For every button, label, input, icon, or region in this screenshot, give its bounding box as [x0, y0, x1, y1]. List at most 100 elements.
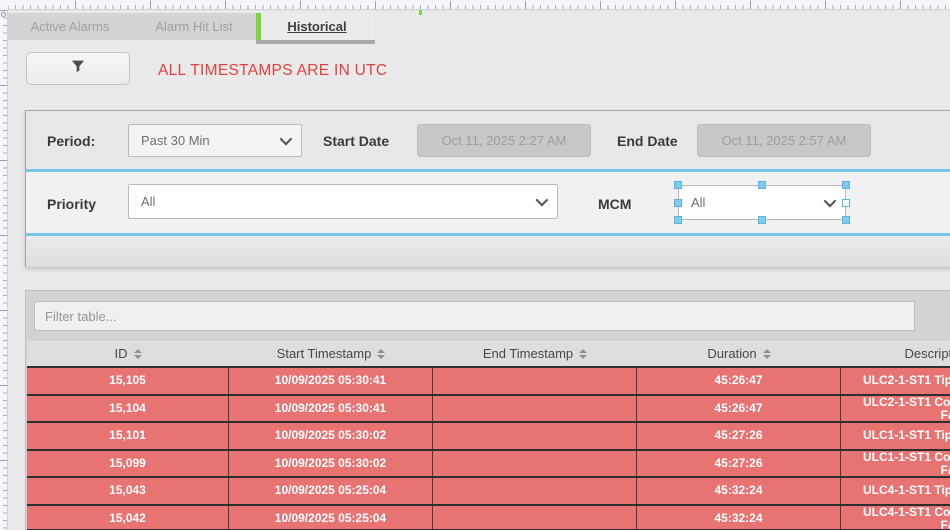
mcm-label: MCM [598, 196, 631, 212]
tab-historical[interactable]: Historical [261, 13, 373, 40]
cell-end-timestamp [433, 423, 637, 449]
sort-icon [763, 349, 771, 359]
chevron-down-icon [536, 194, 549, 207]
column-label: End Timestamp [483, 346, 573, 361]
selection-handle-middle-right[interactable] [842, 199, 850, 207]
vertical-ruler [0, 10, 8, 530]
description-line: ULC1-1-ST1 Tip [863, 429, 950, 442]
cell-end-timestamp [433, 368, 637, 394]
table-row[interactable]: 15,043 10/09/2025 05:25:04 45:32:24 ULC4… [27, 476, 950, 504]
priority-label: Priority [47, 196, 96, 212]
alarm-table-panel: ID Start Timestamp End Timestamp Duratio… [25, 290, 950, 530]
ruler-major-ticks [0, 1, 950, 9]
column-header-id[interactable]: ID [27, 341, 229, 366]
description-line: Fault [863, 409, 950, 422]
horizontal-ruler [0, 0, 950, 10]
ruler-cursor-marker [419, 10, 422, 15]
column-header-end-timestamp[interactable]: End Timestamp [433, 341, 637, 366]
mcm-value: All [691, 195, 824, 210]
cell-start-timestamp: 10/09/2025 05:30:02 [229, 451, 433, 477]
selection-handle-top-center[interactable] [758, 181, 766, 189]
period-row: Period: Past 30 Min Start Date End Date [26, 111, 950, 169]
mcm-select[interactable]: All [678, 185, 846, 220]
cell-id: 15,101 [27, 423, 229, 449]
cell-duration: 45:32:24 [637, 506, 841, 530]
panel-footer-strip [26, 236, 950, 267]
chevron-down-icon [824, 195, 837, 208]
alarm-history-table: ID Start Timestamp End Timestamp Duratio… [27, 341, 950, 530]
table-row[interactable]: 15,099 10/09/2025 05:30:02 45:27:26 ULC1… [27, 449, 950, 477]
cell-description: ULC4-1-ST1 Tip [841, 478, 950, 504]
cell-description: ULC4-1-ST1 Con Fault [841, 506, 950, 530]
cell-duration: 45:26:47 [637, 368, 841, 394]
cell-end-timestamp [433, 451, 637, 477]
description-line: Fault [863, 464, 950, 477]
selection-handle-top-left[interactable] [674, 181, 682, 189]
selection-handle-bottom-right[interactable] [842, 216, 850, 224]
cell-duration: 45:26:47 [637, 396, 841, 422]
cell-start-timestamp: 10/09/2025 05:25:04 [229, 478, 433, 504]
cell-start-timestamp: 10/09/2025 05:30:41 [229, 368, 433, 394]
description-line: ULC1-1-ST1 Con [863, 451, 950, 464]
tab-active-alarms[interactable]: Active Alarms [8, 13, 132, 40]
table-row[interactable]: 15,104 10/09/2025 05:30:41 45:26:47 ULC2… [27, 394, 950, 422]
start-date-input[interactable] [417, 124, 591, 157]
period-value: Past 30 Min [141, 133, 280, 148]
cell-description: ULC2-1-ST1 Tip [841, 368, 950, 394]
ruler-corner [0, 0, 8, 10]
filter-panel: Period: Past 30 Min Start Date End Date … [25, 110, 950, 267]
table-row[interactable]: 15,105 10/09/2025 05:30:41 45:26:47 ULC2… [27, 366, 950, 394]
description-line: ULC2-1-ST1 Tip [863, 374, 950, 387]
active-tab-underline [256, 40, 375, 44]
column-label: Duration [707, 346, 756, 361]
cell-start-timestamp: 10/09/2025 05:25:04 [229, 506, 433, 530]
column-header-start-timestamp[interactable]: Start Timestamp [229, 341, 433, 366]
ruler-major-ticks [0, 10, 7, 530]
cell-id: 15,043 [27, 478, 229, 504]
cell-id: 15,099 [27, 451, 229, 477]
column-label: ID [115, 346, 128, 361]
description-line: Fault [863, 519, 950, 530]
cell-duration: 45:32:24 [637, 478, 841, 504]
cell-id: 15,105 [27, 368, 229, 394]
tab-alarm-hit-list[interactable]: Alarm Hit List [132, 13, 256, 40]
table-filter-input[interactable] [34, 301, 915, 331]
column-header-duration[interactable]: Duration [637, 341, 841, 366]
cell-description: ULC1-1-ST1 Con Fault [841, 451, 950, 477]
end-date-input[interactable] [697, 124, 871, 157]
selection-handle-top-right[interactable] [842, 181, 850, 189]
cell-duration: 45:27:26 [637, 451, 841, 477]
tab-group: Active Alarms Alarm Hit List [8, 13, 256, 40]
selection-handle-middle-left[interactable] [674, 199, 682, 207]
selection-handle-bottom-center[interactable] [758, 216, 766, 224]
priority-select[interactable]: All [128, 184, 558, 219]
chevron-down-icon [280, 133, 293, 146]
priority-value: All [141, 194, 536, 209]
selection-handle-bottom-left[interactable] [674, 216, 682, 224]
sort-icon [579, 349, 587, 359]
cell-description: ULC2-1-ST1 Con Fault [841, 396, 950, 422]
cell-start-timestamp: 10/09/2025 05:30:02 [229, 423, 433, 449]
table-header-row: ID Start Timestamp End Timestamp Duratio… [27, 341, 950, 366]
cell-duration: 45:27:26 [637, 423, 841, 449]
column-label: Start Timestamp [277, 346, 372, 361]
funnel-icon [70, 58, 86, 79]
cell-start-timestamp: 10/09/2025 05:30:41 [229, 396, 433, 422]
description-line: ULC4-1-ST1 Con [863, 506, 950, 519]
cell-end-timestamp [433, 506, 637, 530]
sort-icon [377, 349, 385, 359]
period-select[interactable]: Past 30 Min [128, 124, 302, 157]
cell-end-timestamp [433, 396, 637, 422]
cell-id: 15,042 [27, 506, 229, 530]
description-line: ULC2-1-ST1 Con [863, 396, 950, 409]
column-label: Description [904, 346, 950, 361]
table-row[interactable]: 15,101 10/09/2025 05:30:02 45:27:26 ULC1… [27, 421, 950, 449]
table-row[interactable]: 15,042 10/09/2025 05:25:04 45:32:24 ULC4… [27, 504, 950, 530]
utc-notice: ALL TIMESTAMPS ARE IN UTC [158, 62, 387, 80]
cell-description: ULC1-1-ST1 Tip [841, 423, 950, 449]
start-date-label: Start Date [323, 133, 389, 149]
priority-row: Priority All MCM All [26, 172, 950, 233]
filter-toggle-button[interactable] [26, 52, 130, 85]
description-line: ULC4-1-ST1 Tip [863, 484, 950, 497]
column-header-description[interactable]: Description [841, 341, 950, 366]
